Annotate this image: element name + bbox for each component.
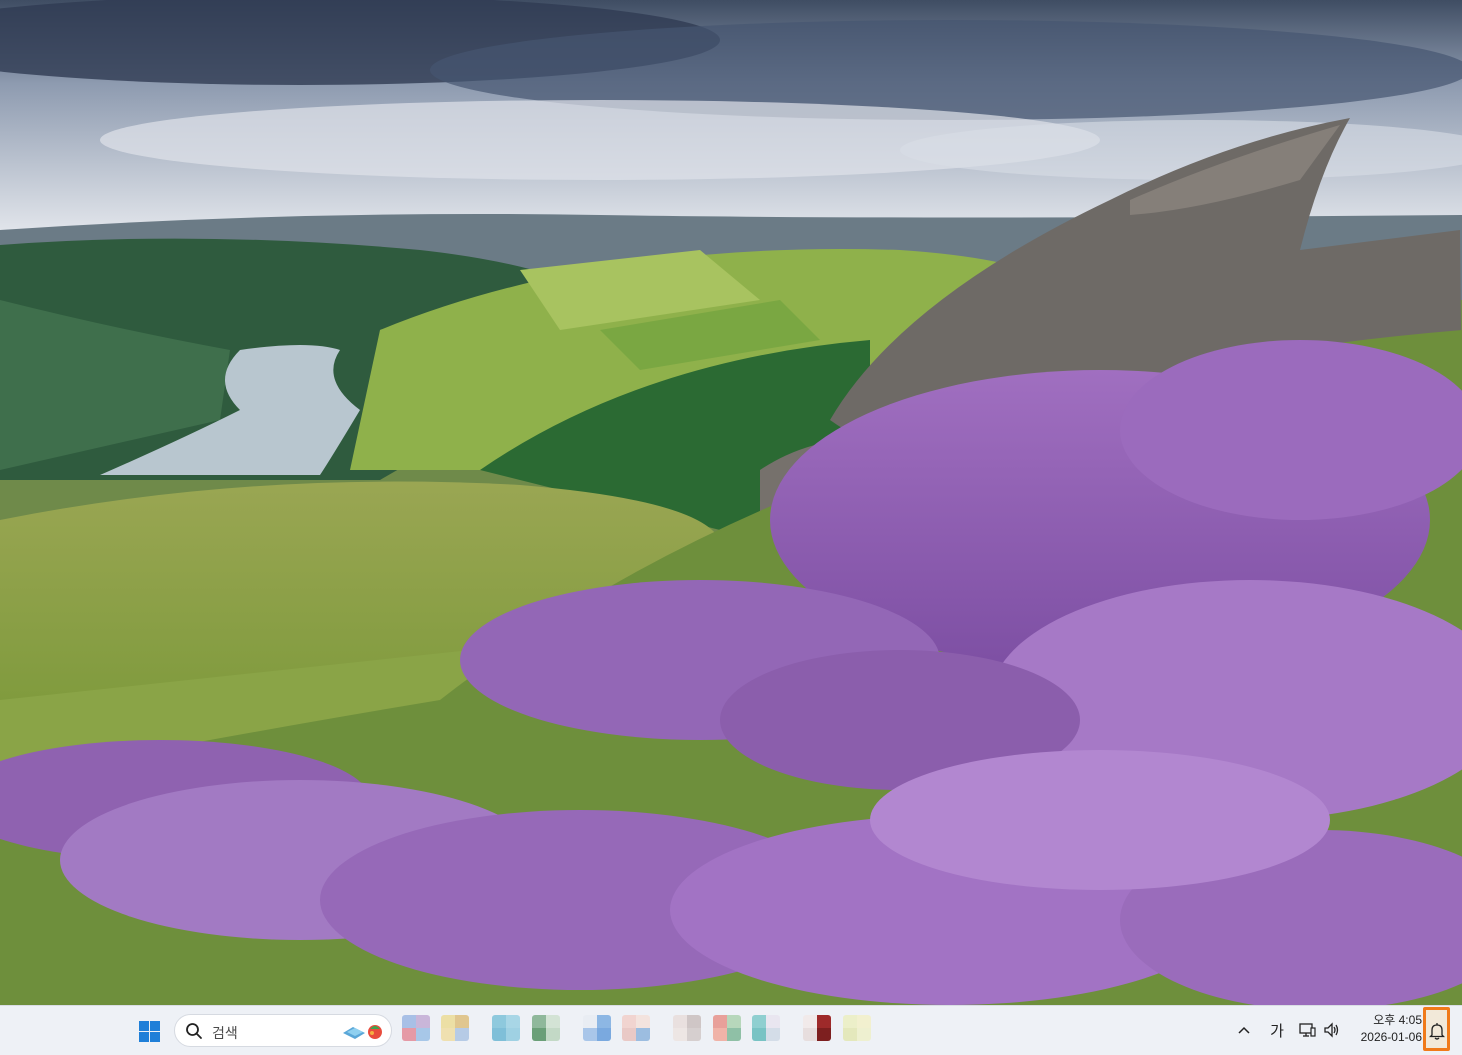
network-icon (1299, 1023, 1316, 1037)
notification-bell-icon (1429, 1023, 1445, 1040)
start-button[interactable] (134, 1015, 166, 1047)
ime-label: 가 (1270, 1022, 1284, 1040)
volume-button[interactable] (1321, 1016, 1343, 1044)
taskbar-app-9[interactable] (752, 1015, 780, 1041)
search-label: 검색 (212, 1025, 238, 1041)
windows-start-icon (139, 1021, 160, 1042)
taskbar-app-1[interactable] (402, 1015, 430, 1041)
clock[interactable]: 오후 4:05 2026-01-06 (1352, 1012, 1422, 1046)
search-highlight-icon (343, 1025, 382, 1039)
taskbar: 검색 가 오후 4:05 2026-01-06 (0, 1005, 1462, 1055)
taskbar-app-6[interactable] (622, 1015, 650, 1041)
show-hidden-icons-button[interactable] (1233, 1016, 1255, 1044)
taskbar-app-5[interactable] (583, 1015, 611, 1041)
taskbar-app-7[interactable] (673, 1015, 701, 1041)
desktop-wallpaper (0, 0, 1462, 1005)
notification-center-button[interactable] (1423, 1007, 1450, 1051)
chevron-up-icon (1238, 1026, 1250, 1034)
taskbar-app-10[interactable] (803, 1015, 831, 1041)
clock-date: 2026-01-06 (1360, 1030, 1422, 1044)
taskbar-app-4[interactable] (532, 1015, 560, 1041)
network-button[interactable] (1297, 1016, 1319, 1044)
clock-time: 오후 4:05 (1373, 1013, 1422, 1027)
taskbar-app-2[interactable] (441, 1015, 469, 1041)
taskbar-app-11[interactable] (843, 1015, 871, 1041)
taskbar-app-8[interactable] (713, 1015, 741, 1041)
taskbar-search-box[interactable]: 검색 (174, 1014, 392, 1047)
ime-indicator[interactable]: 가 (1266, 1016, 1288, 1044)
search-icon (186, 1023, 202, 1039)
volume-icon (1324, 1022, 1339, 1038)
taskbar-app-3[interactable] (492, 1015, 520, 1041)
